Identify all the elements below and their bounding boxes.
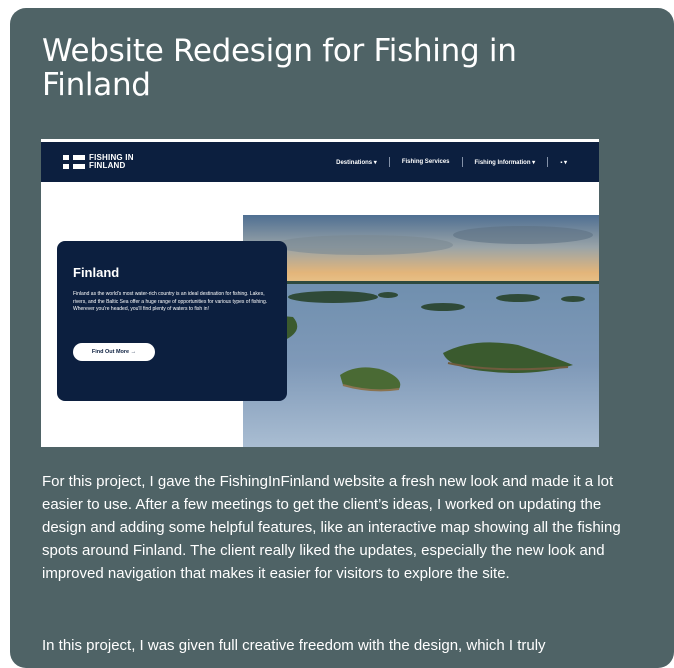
- preview-logo-text: FISHING IN FINLAND: [89, 154, 134, 170]
- lake-islands-photo: [243, 215, 599, 447]
- nav-destinations: Destinations ▾: [336, 159, 377, 166]
- description-paragraph-1: For this project, I gave the FishingInFi…: [42, 473, 621, 582]
- nav-fishing-information: Fishing Information ▾: [474, 159, 536, 166]
- nav-language-selector: ▪ ▾: [560, 159, 567, 166]
- find-out-more-button: Find Out More →: [73, 343, 155, 361]
- description-paragraph-2: In this project, I was given full creati…: [42, 637, 546, 654]
- project-card: Website Redesign for Fishing in Finland …: [10, 8, 674, 668]
- hero-description: Finland as the world's most water-rich c…: [73, 291, 268, 312]
- hero-title: Finland: [73, 265, 120, 280]
- website-preview-image: FISHING IN FINLAND Destinations ▾ Fishin…: [41, 139, 599, 447]
- logo-line-2: FINLAND: [89, 161, 126, 170]
- preview-navbar: FISHING IN FINLAND Destinations ▾ Fishin…: [41, 142, 599, 182]
- page-title: Website Redesign for Fishing in Finland: [42, 33, 517, 103]
- finland-flag-icon: [63, 155, 85, 169]
- nav-fishing-services: Fishing Services: [401, 159, 450, 165]
- preview-nav-links: Destinations ▾ Fishing Services Fishing …: [324, 156, 579, 168]
- hero-info-box: Finland Finland as the world's most wate…: [57, 241, 287, 401]
- preview-logo: FISHING IN FINLAND: [63, 154, 133, 172]
